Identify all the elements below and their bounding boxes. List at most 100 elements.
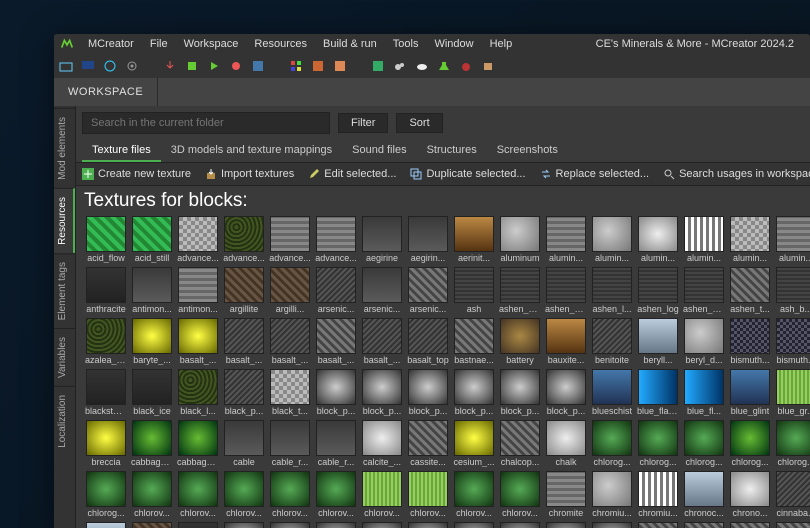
texture-cell[interactable]: claystone [130,522,174,528]
tb-build-icon[interactable] [184,58,200,74]
texture-cell[interactable]: blue_flame [636,369,680,418]
menu-help[interactable]: Help [482,36,521,52]
texture-cell[interactable]: basalt_... [360,318,404,367]
subtab-3d-models[interactable]: 3D models and texture mappings [161,140,342,162]
texture-cell[interactable]: advance... [176,216,220,265]
texture-cell[interactable]: block_p... [544,369,588,418]
texture-cell[interactable]: advance... [314,216,358,265]
texture-cell[interactable]: aegirine [360,216,404,265]
texture-cell[interactable]: basalt_... [176,318,220,367]
texture-cell[interactable]: chlorov... [498,471,542,520]
texture-cell[interactable]: compare... [498,522,542,528]
search-usages-button[interactable]: Search usages in workspace [663,168,810,180]
texture-cell[interactable]: chlorog... [590,420,634,469]
texture-cell[interactable]: chlorog... [728,420,772,469]
texture-cell[interactable]: black_l... [176,369,220,418]
texture-cell[interactable]: compare... [314,522,358,528]
texture-cell[interactable]: bauxite... [544,318,588,367]
texture-cell[interactable]: black_t... [268,369,312,418]
texture-cell[interactable]: cable_r... [268,420,312,469]
texture-cell[interactable]: cable [222,420,266,469]
menu-file[interactable]: File [142,36,176,52]
tb-app2-icon[interactable] [310,58,326,74]
texture-cell[interactable]: blueschist [590,369,634,418]
texture-cell[interactable]: block_p... [314,369,358,418]
texture-cell[interactable]: ashen_t... [728,267,772,316]
texture-cell[interactable]: ashen_d... [498,267,542,316]
texture-cell[interactable]: cinnaba... [774,471,810,520]
menu-build-run[interactable]: Build & run [315,36,385,52]
duplicate-selected-button[interactable]: Duplicate selected... [410,168,525,180]
sidebar-localization[interactable]: Localization [54,386,75,456]
texture-cell[interactable]: compare... [222,522,266,528]
tb-monitor-icon[interactable] [80,58,96,74]
texture-cell[interactable]: clay [84,522,128,528]
texture-cell[interactable]: compare... [544,522,588,528]
tb-texture-icon[interactable] [370,58,386,74]
sidebar-variables[interactable]: Variables [54,328,75,386]
texture-cell[interactable]: ashen_l... [590,267,634,316]
texture-cell[interactable]: blackstone [84,369,128,418]
menu-tools[interactable]: Tools [385,36,427,52]
texture-cell[interactable]: cesium_... [452,420,496,469]
texture-cell[interactable]: alumin... [636,216,680,265]
texture-cell[interactable]: chlorov... [130,471,174,520]
texture-cell[interactable]: convey... [636,522,680,528]
texture-cell[interactable]: block_p... [406,369,450,418]
texture-cell[interactable]: chronoc... [682,471,726,520]
texture-cell[interactable]: chlorov... [176,471,220,520]
texture-cell[interactable]: black_ice [130,369,174,418]
texture-cell[interactable]: blue_gr... [774,369,810,418]
texture-cell[interactable]: argilli... [268,267,312,316]
texture-cell[interactable]: battery [498,318,542,367]
tb-apple-icon[interactable] [458,58,474,74]
sidebar-mod-elements[interactable]: Mod elements [54,108,75,188]
texture-cell[interactable]: acid_still [130,216,174,265]
texture-cell[interactable]: aerinit... [452,216,496,265]
tb-open-icon[interactable] [58,58,74,74]
tb-cloud-icon[interactable] [414,58,430,74]
texture-cell[interactable]: benitoite [590,318,634,367]
tb-app1-icon[interactable] [288,58,304,74]
texture-cell[interactable]: chlorov... [406,471,450,520]
texture-cell[interactable]: compare... [406,522,450,528]
texture-cell[interactable]: baryte_... [130,318,174,367]
texture-cell[interactable]: chalcop... [498,420,542,469]
texture-cell[interactable]: antimon... [176,267,220,316]
tb-gear-icon[interactable] [124,58,140,74]
tb-save-icon[interactable] [250,58,266,74]
texture-cell[interactable]: chalk [544,420,588,469]
texture-cell[interactable]: black_p... [222,369,266,418]
texture-cell[interactable]: aluminum [498,216,542,265]
texture-cell[interactable]: bismuth... [728,318,772,367]
texture-cell[interactable]: basalt_... [314,318,358,367]
texture-cell[interactable]: antimon... [130,267,174,316]
search-input[interactable] [82,112,330,134]
texture-cell[interactable]: beryl_d... [682,318,726,367]
texture-cell[interactable]: breccia [84,420,128,469]
texture-cell[interactable]: alumin... [544,216,588,265]
texture-cell[interactable]: blue_glint [728,369,772,418]
texture-cell[interactable]: bismuth... [774,318,810,367]
texture-cell[interactable]: chromiu... [636,471,680,520]
texture-cell[interactable]: block_p... [452,369,496,418]
texture-cell[interactable]: compare... [268,522,312,528]
texture-cell[interactable]: ashen_log [636,267,680,316]
texture-cell[interactable]: basalt_... [222,318,266,367]
texture-cell[interactable]: block_p... [498,369,542,418]
texture-cell[interactable]: advance... [268,216,312,265]
menu-workspace[interactable]: Workspace [176,36,247,52]
texture-cell[interactable]: chlorov... [360,471,404,520]
texture-cell[interactable]: ash_b... [774,267,810,316]
texture-cell[interactable]: convey... [682,522,726,528]
sidebar-element-tags[interactable]: Element tags [54,253,75,328]
texture-cell[interactable]: compare... [360,522,404,528]
texture-cell[interactable]: basalt_... [268,318,312,367]
texture-cell[interactable]: ashen_d... [544,267,588,316]
texture-cell[interactable]: chlorog... [682,420,726,469]
subtab-screenshots[interactable]: Screenshots [487,140,568,162]
workspace-tab[interactable]: WORKSPACE [54,78,158,106]
texture-cell[interactable]: chromite [544,471,588,520]
filter-button[interactable]: Filter [338,113,388,133]
texture-cell[interactable]: ash [452,267,496,316]
